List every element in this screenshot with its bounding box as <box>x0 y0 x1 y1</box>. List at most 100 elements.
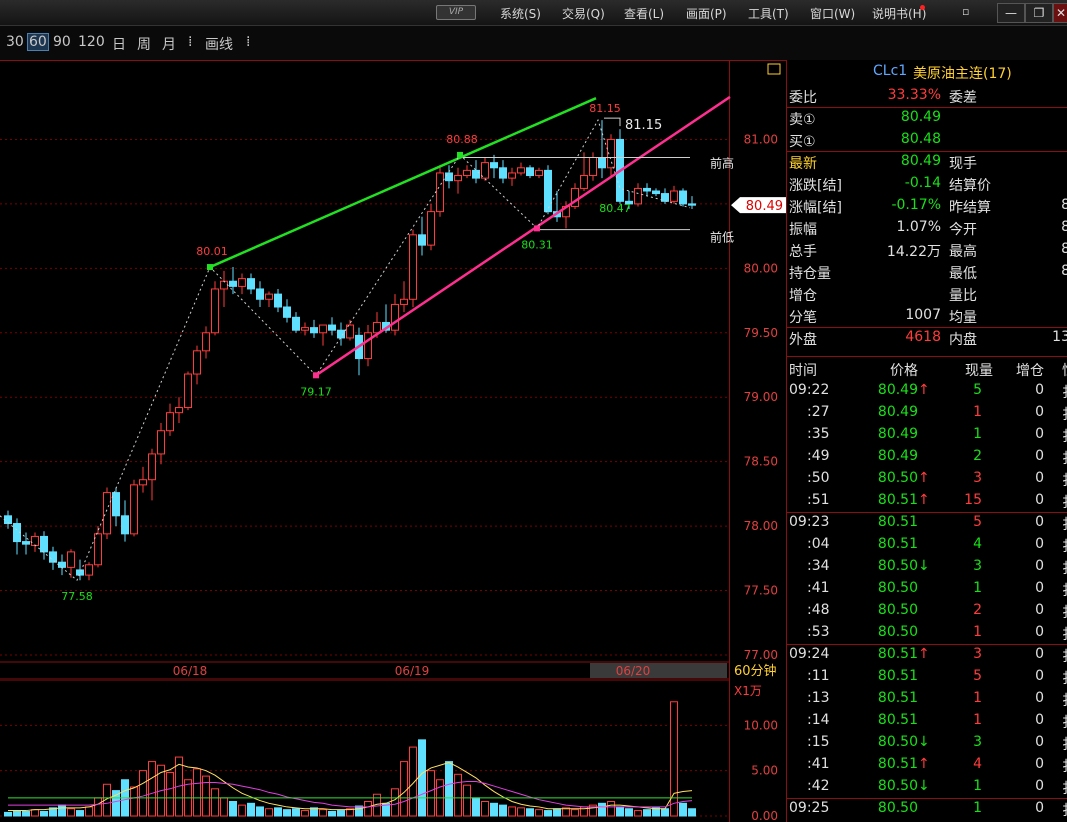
menu-help[interactable]: 说明书(H) <box>872 5 926 22</box>
menu-screen[interactable]: 画面(P) <box>686 5 727 22</box>
volume-bar <box>418 739 426 817</box>
price-annotation: 80.88 <box>446 133 478 146</box>
tick-oi: 0 <box>1035 514 1044 530</box>
period-120-button[interactable]: 120 <box>78 34 105 50</box>
draw-line-button[interactable]: 画线 <box>205 34 233 54</box>
candle <box>94 526 102 568</box>
candle <box>148 448 156 501</box>
volume-bar <box>517 807 525 817</box>
vip-badge[interactable]: VIP <box>436 5 476 20</box>
tick-price: 80.49 <box>877 382 918 398</box>
tick-time: :48 <box>807 602 830 618</box>
y-tick-label: 78.00 <box>744 519 778 533</box>
candle <box>328 317 336 336</box>
menu-window[interactable]: 窗口(W) <box>810 5 855 22</box>
candle <box>202 326 210 359</box>
volume-bar <box>391 788 399 817</box>
tick-volume: 5 <box>973 668 982 684</box>
notification-dot-icon <box>920 5 925 10</box>
volume-bar <box>301 810 309 817</box>
volume-bar <box>355 805 363 817</box>
candle <box>130 479 138 537</box>
quote-value: 80.48 <box>900 131 941 147</box>
menu-system[interactable]: 系统(S) <box>500 5 541 22</box>
quote-value: 13 <box>1052 329 1067 345</box>
quote-label: 今开 <box>949 222 977 238</box>
candle <box>211 281 219 336</box>
period-month-button[interactable]: 月 <box>162 34 176 54</box>
period-30-button[interactable]: 30 <box>6 34 24 50</box>
period-60-button[interactable]: 60 <box>27 33 49 51</box>
quote-label: 卖① <box>789 112 816 128</box>
price-annotation: 80.47 <box>599 202 631 215</box>
candle <box>454 167 462 194</box>
candle <box>229 267 237 295</box>
quote-row: 卖① 80.49 <box>787 107 1067 129</box>
close-button[interactable]: ✕ <box>1053 3 1067 23</box>
tick-row: :53 80.50 1 0 扌 <box>787 622 1067 644</box>
quote-row: 买① 80.48 <box>787 129 1067 151</box>
restore-small-icon[interactable]: ▫ <box>962 5 969 18</box>
quote-row: 分笔 1007 均量 <box>787 305 1067 327</box>
tick-price: 80.51 <box>877 756 918 772</box>
current-price-value: 80.49 <box>746 199 783 214</box>
candle <box>85 562 93 581</box>
settings-square-icon[interactable] <box>767 63 781 75</box>
tick-volume: 4 <box>973 756 982 772</box>
volume-bar <box>643 809 651 817</box>
volume-bar <box>13 810 21 817</box>
quote-value: 1007 <box>905 307 941 323</box>
candle <box>346 319 354 341</box>
tick-row: :41 80.50 1 0 扌 <box>787 578 1067 600</box>
candle <box>175 397 183 423</box>
period-week-button[interactable]: 周 <box>137 34 151 54</box>
menu-view[interactable]: 查看(L) <box>624 5 664 22</box>
quote-label: 外盘 <box>789 332 817 348</box>
tick-row: :14 80.51 1 0 扌 <box>787 710 1067 732</box>
tick-volume: 2 <box>973 448 982 464</box>
minimize-button[interactable]: — <box>997 3 1025 23</box>
tick-price: 80.50 <box>877 558 918 574</box>
lower-trend-line[interactable] <box>315 95 731 377</box>
volume-bar <box>166 771 174 817</box>
volume-bar <box>670 701 678 817</box>
tick-volume: 3 <box>973 470 982 486</box>
tick-arrow-icon: ↓ <box>918 558 930 574</box>
price-annotation: 81.15 <box>589 102 621 115</box>
candle <box>472 160 480 184</box>
candle <box>256 281 264 307</box>
candle <box>427 203 435 251</box>
volume-bar <box>472 797 480 817</box>
tick-time: :04 <box>807 536 830 552</box>
volume-chart[interactable]: 10.00 5.00 0.00 X1万 <box>0 680 786 822</box>
tick-time: :13 <box>807 690 830 706</box>
period-day-button[interactable]: 日 <box>112 34 126 54</box>
section-separator <box>787 356 1067 357</box>
tick-nature: 扌 <box>1062 470 1067 490</box>
candle <box>481 157 489 181</box>
volume-bar <box>220 797 228 817</box>
tick-volume: 4 <box>973 536 982 552</box>
tick-nature: 扌 <box>1062 778 1067 798</box>
symbol-code: CLc1 <box>873 63 908 79</box>
tick-row: 09:25 80.50 1 0 扌 <box>787 798 1067 820</box>
tick-nature: 扌 <box>1062 668 1067 688</box>
tick-nature: 扌 <box>1062 536 1067 556</box>
tick-price: 80.50 <box>877 778 918 794</box>
volume-bar <box>661 808 669 817</box>
menu-tools[interactable]: 工具(T) <box>748 5 789 22</box>
tick-volume: 1 <box>973 426 982 442</box>
candle <box>292 312 300 333</box>
quote-value: 8 <box>1061 219 1067 235</box>
maximize-button[interactable]: ❐ <box>1025 3 1053 23</box>
candle <box>310 319 318 338</box>
tick-row: :35 80.49 1 0 扌 <box>787 424 1067 446</box>
column-header: 价格 <box>890 363 918 379</box>
volume-bar <box>31 809 39 817</box>
candle <box>499 160 507 184</box>
period-90-button[interactable]: 90 <box>53 34 71 50</box>
quote-row: 增仓 量比 <box>787 283 1067 305</box>
quote-value: 8 <box>1061 197 1067 213</box>
candlestick-chart[interactable]: 81.0080.5080.0079.5079.0078.5078.0077.50… <box>0 60 786 680</box>
menu-trade[interactable]: 交易(Q) <box>562 5 605 22</box>
